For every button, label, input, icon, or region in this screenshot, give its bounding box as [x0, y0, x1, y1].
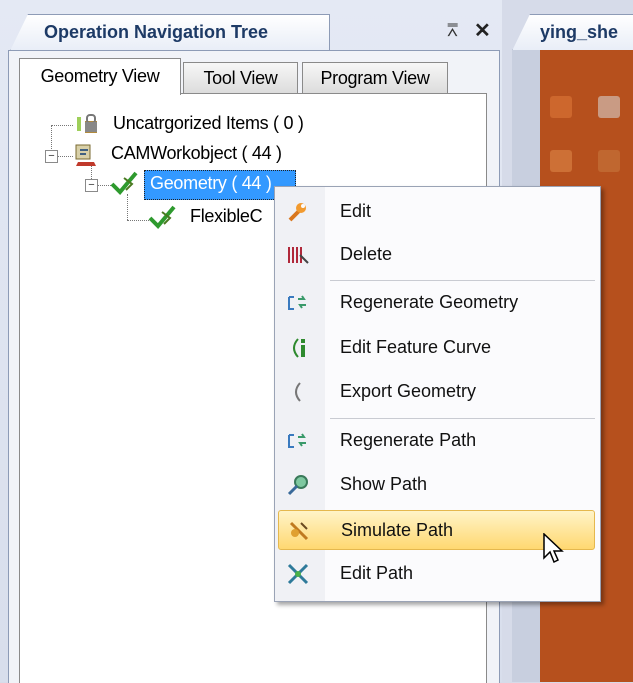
play-icon[interactable]: [550, 150, 572, 172]
lock-folder-icon: [74, 111, 102, 142]
document-tab-title: ying_she: [540, 22, 619, 42]
tree-item-flexiblecurve[interactable]: FlexibleC: [190, 206, 263, 227]
wrench-icon: [286, 200, 310, 224]
workobject-icon: [72, 142, 100, 173]
edit-feature-curve-icon: [286, 336, 310, 360]
regenerate-path-icon: [286, 429, 310, 453]
geometry-check-icon: [148, 204, 178, 235]
menu-item-delete[interactable]: Delete: [278, 235, 595, 275]
show-path-icon: [286, 473, 310, 497]
tree-connector: [127, 220, 149, 221]
tree-item-uncategorized[interactable]: Uncatrgorized Items ( 0 ): [113, 113, 304, 134]
edit-path-icon: [286, 562, 310, 586]
regenerate-geometry-icon: [286, 291, 310, 315]
viewport-tool-icon[interactable]: [598, 96, 620, 118]
mouse-cursor-icon: [543, 532, 565, 570]
menu-item-show-path[interactable]: Show Path: [278, 465, 595, 505]
delete-icon: [286, 243, 310, 267]
menu-separator: [330, 280, 595, 281]
menu-item-export-geometry[interactable]: Export Geometry: [278, 372, 595, 412]
tree-connector: [51, 125, 73, 126]
tab-geometry-view[interactable]: Geometry View: [19, 58, 181, 95]
menu-item-edit-feature-curve[interactable]: Edit Feature Curve: [278, 328, 595, 368]
close-icon[interactable]: ✕: [474, 18, 491, 43]
tree-item-camworkobject[interactable]: CAMWorkobject ( 44 ): [111, 143, 282, 164]
geometry-check-icon: [110, 170, 140, 201]
menu-item-edit[interactable]: Edit: [278, 192, 595, 232]
collapse-toggle[interactable]: −: [85, 179, 98, 192]
tree-item-geometry[interactable]: Geometry ( 44 ): [150, 173, 272, 194]
collapse-toggle[interactable]: −: [45, 150, 58, 163]
pin-dropdown-icon[interactable]: ⩞: [447, 20, 458, 41]
tab-tool-view[interactable]: Tool View: [183, 62, 298, 93]
tree-connector: [97, 185, 111, 186]
viewport-tool-icon[interactable]: [550, 96, 572, 118]
export-geometry-icon: [286, 380, 310, 404]
menu-item-regenerate-geometry[interactable]: Regenerate Geometry: [278, 283, 595, 323]
panel-title: Operation Navigation Tree: [44, 22, 269, 42]
tree-connector: [57, 156, 73, 157]
menu-item-regenerate-path[interactable]: Regenerate Path: [278, 421, 595, 461]
tab-program-view[interactable]: Program View: [302, 62, 448, 93]
menu-separator: [330, 418, 595, 419]
viewport-tool-icon[interactable]: [598, 150, 620, 172]
simulate-path-icon: [287, 519, 311, 543]
